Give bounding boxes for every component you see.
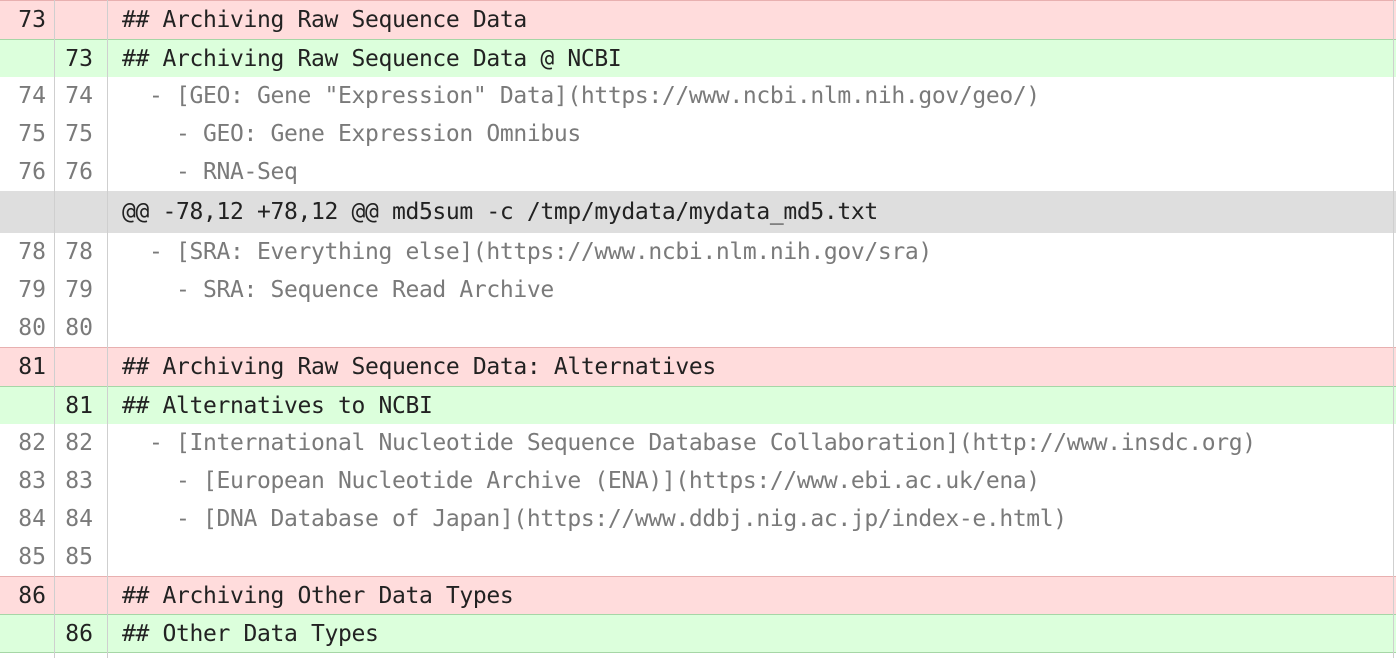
line-code: - [SRA: Everything else](https://www.ncb… (122, 239, 932, 265)
line-code: - SRA: Sequence Read Archive (122, 277, 554, 303)
diff-line-context: 74 74 - [GEO: Gene "Expression" Data](ht… (0, 77, 1396, 115)
new-line-number: 82 (65, 430, 93, 456)
old-line-number: 74 (18, 83, 46, 109)
diff-line-removed: 73 ## Archiving Raw Sequence Data (0, 0, 1396, 39)
line-code: - [DNA Database of Japan](https://www.dd… (122, 506, 1067, 532)
old-line-number: 78 (18, 239, 46, 265)
row-divider (0, 652, 1396, 653)
line-code: ## Archiving Other Data Types (122, 582, 514, 609)
new-line-number: 86 (65, 620, 93, 647)
hunk-header-text: @@ -78,12 +78,12 @@ md5sum -c /tmp/mydat… (122, 199, 878, 225)
new-line-number (54, 577, 107, 614)
new-line-number: 76 (65, 159, 93, 185)
new-line-number: 75 (65, 121, 93, 147)
new-line-number: 85 (65, 544, 93, 570)
line-code: - GEO: Gene Expression Omnibus (122, 121, 581, 147)
old-line-number: 86 (18, 582, 46, 609)
gutter-divider (107, 0, 108, 658)
diff-view: 73 ## Archiving Raw Sequence Data 73 ## … (0, 0, 1396, 658)
gutter-divider (54, 0, 55, 658)
diff-line-context: 75 75 - GEO: Gene Expression Omnibus (0, 115, 1396, 153)
old-line-number (0, 40, 54, 77)
old-line-number: 75 (18, 121, 46, 147)
diff-line-removed: 86 ## Archiving Other Data Types (0, 576, 1396, 614)
old-line-number: 85 (18, 544, 46, 570)
old-line-number (0, 191, 54, 233)
old-line-number (0, 387, 54, 424)
old-line-number: 79 (18, 277, 46, 303)
diff-line-removed: 81 ## Archiving Raw Sequence Data: Alter… (0, 347, 1396, 386)
line-code: ## Archiving Raw Sequence Data @ NCBI (122, 45, 622, 72)
old-line-number: 82 (18, 430, 46, 456)
old-line-number: 83 (18, 468, 46, 494)
new-line-number: 73 (65, 45, 93, 72)
old-line-number: 73 (18, 7, 46, 33)
new-line-number (54, 191, 107, 233)
line-code: - [International Nucleotide Sequence Dat… (122, 430, 1256, 456)
line-code: ## Other Data Types (122, 620, 379, 647)
diff-line-context: 76 76 - RNA-Seq (0, 153, 1396, 191)
old-line-number: 80 (18, 315, 46, 341)
diff-line-context: 78 78 - [SRA: Everything else](https://w… (0, 233, 1396, 271)
new-line-number: 79 (65, 277, 93, 303)
diff-line-added: 86 ## Other Data Types (0, 614, 1396, 652)
diff-line-added: 73 ## Archiving Raw Sequence Data @ NCBI (0, 39, 1396, 77)
new-line-number: 84 (65, 506, 93, 532)
right-border (1393, 0, 1394, 658)
new-line-number: 74 (65, 83, 93, 109)
diff-line-context: 85 85 (0, 538, 1396, 576)
new-line-number (54, 348, 107, 386)
old-line-number: 76 (18, 159, 46, 185)
old-line-number: 84 (18, 506, 46, 532)
new-line-number (54, 1, 107, 39)
hunk-header[interactable]: @@ -78,12 +78,12 @@ md5sum -c /tmp/mydat… (0, 191, 1396, 233)
line-code: ## Archiving Raw Sequence Data: Alternat… (122, 354, 716, 380)
line-code: ## Archiving Raw Sequence Data (122, 7, 527, 33)
line-code: - [European Nucleotide Archive (ENA)](ht… (122, 468, 1040, 494)
line-code: ## Alternatives to NCBI (122, 392, 433, 419)
line-code: - [GEO: Gene "Expression" Data](https://… (122, 83, 1040, 109)
old-line-number: 81 (18, 354, 46, 380)
new-line-number: 81 (65, 392, 93, 419)
diff-line-added: 81 ## Alternatives to NCBI (0, 386, 1396, 424)
new-line-number: 80 (65, 315, 93, 341)
diff-line-context: 84 84 - [DNA Database of Japan](https://… (0, 500, 1396, 538)
diff-line-context: 82 82 - [International Nucleotide Sequen… (0, 424, 1396, 462)
line-code: - RNA-Seq (122, 159, 298, 185)
new-line-number: 83 (65, 468, 93, 494)
old-line-number (0, 615, 54, 652)
new-line-number: 78 (65, 239, 93, 265)
diff-line-context: 80 80 (0, 309, 1396, 347)
diff-line-context: 79 79 - SRA: Sequence Read Archive (0, 271, 1396, 309)
diff-line-context: 83 83 - [European Nucleotide Archive (EN… (0, 462, 1396, 500)
